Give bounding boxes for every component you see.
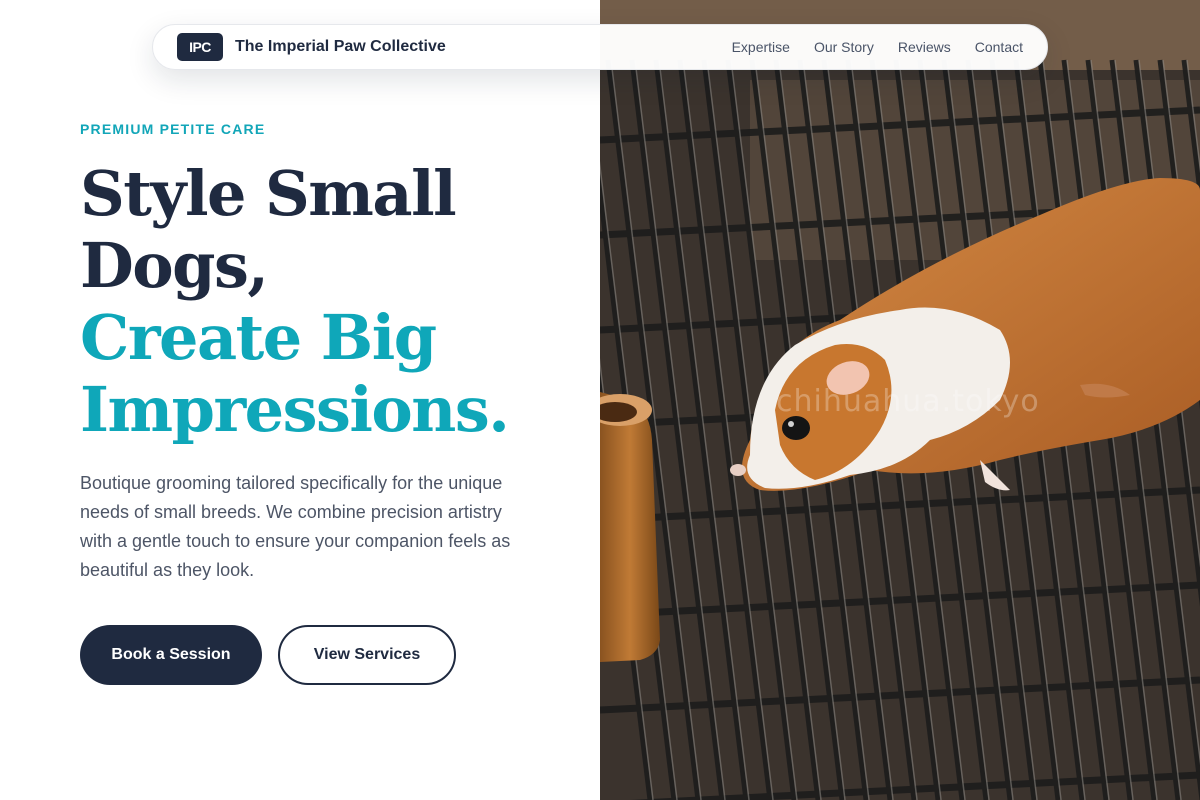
image-watermark: chihuahua.tokyo	[776, 384, 1040, 419]
headline-line-2: Dogs,	[80, 229, 269, 302]
hero-headline: Style Small Dogs, Create Big Impressions…	[80, 158, 580, 446]
headline-line-3: Create Big	[80, 301, 437, 374]
brand-name[interactable]: The Imperial Paw Collective	[235, 38, 446, 56]
nav-link-our-story[interactable]: Our Story	[814, 39, 874, 55]
logo-badge[interactable]: IPC	[177, 33, 223, 61]
nav-link-expertise[interactable]: Expertise	[732, 39, 790, 55]
top-navbar: IPC The Imperial Paw Collective Expertis…	[152, 24, 1048, 70]
hero-image: chihuahua.tokyo	[600, 0, 1200, 800]
hero-description: Boutique grooming tailored specifically …	[80, 473, 511, 580]
headline-line-4: Impressions.	[80, 373, 510, 446]
headline-line-1: Style Small	[80, 157, 457, 230]
nav-link-reviews[interactable]: Reviews	[898, 39, 951, 55]
hero-eyebrow: PREMIUM PETITE CARE	[80, 121, 266, 137]
book-session-button[interactable]: Book a Session	[80, 625, 262, 685]
view-services-button[interactable]: View Services	[278, 625, 456, 685]
nav-links: Expertise Our Story Reviews Contact	[732, 39, 1023, 55]
nav-link-contact[interactable]: Contact	[975, 39, 1023, 55]
